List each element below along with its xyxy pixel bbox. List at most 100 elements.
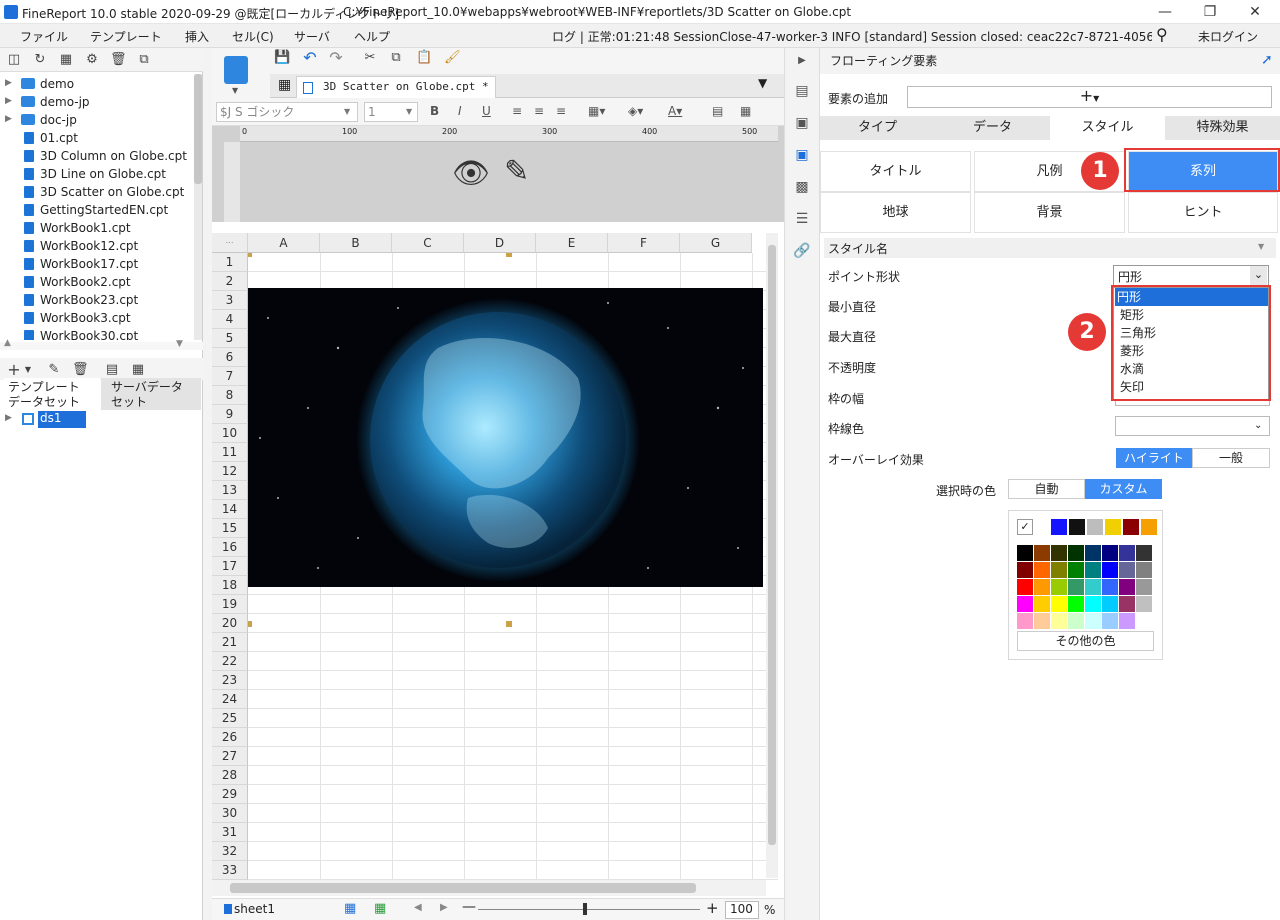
align-left-icon[interactable]: ≡ bbox=[512, 104, 522, 118]
color-swatch[interactable] bbox=[1034, 545, 1050, 561]
zoom-slider[interactable] bbox=[478, 909, 700, 910]
globe-image[interactable] bbox=[248, 288, 763, 587]
color-swatch[interactable] bbox=[1034, 579, 1050, 595]
panel-splitter[interactable]: ▲ ▼ bbox=[0, 338, 203, 350]
color-swatch[interactable] bbox=[1051, 579, 1067, 595]
style-name-header[interactable]: スタイル名 ▼ bbox=[824, 238, 1276, 258]
color-custom-button[interactable]: カスタム bbox=[1085, 479, 1162, 499]
edit-icon[interactable]: ✎ bbox=[46, 362, 62, 378]
expand-arrow-icon[interactable]: ▶ bbox=[5, 413, 12, 423]
zoom-in-icon[interactable]: + bbox=[706, 899, 719, 917]
copy-icon[interactable]: ⧉ bbox=[136, 52, 152, 68]
expand-arrow-icon[interactable]: ▶ bbox=[5, 114, 12, 124]
color-swatch[interactable] bbox=[1102, 562, 1118, 578]
tab-style[interactable]: スタイル bbox=[1050, 116, 1165, 140]
color-swatch[interactable] bbox=[1105, 519, 1121, 535]
row-header[interactable]: 16 bbox=[212, 538, 248, 557]
hyperlink-icon[interactable]: 🔗 bbox=[793, 242, 811, 260]
edit-icon[interactable]: ➚ bbox=[1261, 52, 1273, 68]
color-swatch[interactable] bbox=[1119, 562, 1135, 578]
cell-element-icon[interactable]: ▣ bbox=[793, 114, 811, 132]
tree-folder[interactable]: ▶ demo bbox=[0, 76, 196, 94]
collapse-down-icon[interactable]: ▼ bbox=[176, 339, 183, 349]
color-swatch[interactable] bbox=[1102, 596, 1118, 612]
color-swatch[interactable] bbox=[1085, 545, 1101, 561]
row-header[interactable]: 13 bbox=[212, 481, 248, 500]
column-header[interactable]: C bbox=[392, 233, 464, 253]
color-swatch[interactable] bbox=[1017, 579, 1033, 595]
row-header[interactable]: 15 bbox=[212, 519, 248, 538]
underline-icon[interactable]: U bbox=[482, 104, 491, 118]
grid-icon[interactable]: ▦ bbox=[278, 77, 291, 93]
color-swatch[interactable] bbox=[1136, 562, 1152, 578]
menu-template[interactable]: テンプレート bbox=[90, 28, 162, 45]
row-header[interactable]: 22 bbox=[212, 652, 248, 671]
other-colors-button[interactable]: その他の色 bbox=[1017, 631, 1154, 651]
column-header[interactable]: A bbox=[248, 233, 320, 253]
tree-folder[interactable]: ▶ demo-jp bbox=[0, 94, 196, 112]
anchor-handle[interactable] bbox=[506, 253, 512, 257]
tab-special-effects[interactable]: 特殊効果 bbox=[1165, 116, 1280, 140]
menu-insert[interactable]: 挿入 bbox=[185, 28, 209, 45]
color-swatch[interactable] bbox=[1017, 545, 1033, 561]
tab-data[interactable]: データ bbox=[935, 116, 1050, 140]
menu-server[interactable]: サーバ bbox=[294, 28, 330, 45]
row-header[interactable]: 28 bbox=[212, 766, 248, 785]
style-tooltip-button[interactable]: ヒント bbox=[1128, 192, 1278, 233]
row-header[interactable]: 23 bbox=[212, 671, 248, 690]
hide-icon[interactable]: 👁 bbox=[452, 156, 490, 191]
search-icon[interactable]: ⚲ bbox=[1156, 25, 1168, 44]
row-header[interactable]: 10 bbox=[212, 424, 248, 443]
color-swatch[interactable] bbox=[1068, 562, 1084, 578]
column-header[interactable]: F bbox=[608, 233, 680, 253]
redo-icon[interactable]: ↷ bbox=[328, 50, 344, 66]
format-painter-icon[interactable]: 🖌 bbox=[444, 50, 461, 66]
zoom-out-icon[interactable]: — bbox=[462, 899, 476, 915]
edit-pencil-icon[interactable]: ✎ bbox=[504, 154, 529, 189]
color-swatch[interactable] bbox=[1136, 613, 1152, 629]
anchor-handle[interactable] bbox=[248, 621, 252, 627]
grid-horizontal-scrollbar[interactable] bbox=[212, 880, 766, 896]
collapse-icon[interactable]: ▶ bbox=[793, 52, 811, 70]
grid-vertical-scrollbar[interactable] bbox=[766, 233, 778, 878]
paste-icon[interactable]: 📋 bbox=[416, 50, 432, 66]
zoom-slider-thumb[interactable] bbox=[583, 903, 587, 915]
row-header[interactable]: 14 bbox=[212, 500, 248, 519]
color-swatch[interactable] bbox=[1034, 596, 1050, 612]
refresh-icon[interactable]: ↻ bbox=[32, 52, 48, 68]
color-swatch[interactable] bbox=[1068, 613, 1084, 629]
server-dataset-icon[interactable]: ▦ bbox=[130, 362, 146, 378]
eyedropper-icon[interactable]: ✓ bbox=[1017, 519, 1033, 535]
preview-icon[interactable]: ▤ bbox=[104, 362, 120, 378]
color-swatch[interactable] bbox=[1119, 613, 1135, 629]
color-swatch[interactable] bbox=[1034, 613, 1050, 629]
delete-icon[interactable]: 🗑 bbox=[72, 362, 89, 378]
color-swatch[interactable] bbox=[1051, 545, 1067, 561]
anchor-handle[interactable] bbox=[248, 253, 252, 257]
cell-attr-icon[interactable]: ▤ bbox=[793, 82, 811, 100]
settings-icon[interactable]: ⚙ bbox=[84, 52, 100, 68]
color-swatch[interactable] bbox=[1068, 579, 1084, 595]
border-icon[interactable]: ▦▾ bbox=[588, 104, 605, 118]
row-header[interactable]: 29 bbox=[212, 785, 248, 804]
style-background-button[interactable]: 背景 bbox=[974, 192, 1125, 233]
color-swatch[interactable] bbox=[1123, 519, 1139, 535]
color-auto-button[interactable]: 自動 bbox=[1008, 479, 1085, 499]
open-icon[interactable]: ▦ bbox=[58, 52, 74, 68]
collapse-up-icon[interactable]: ▲ bbox=[4, 338, 11, 348]
menu-file[interactable]: ファイル bbox=[20, 28, 68, 45]
sheet-tab[interactable]: sheet1 bbox=[234, 902, 275, 916]
column-header[interactable]: D bbox=[464, 233, 536, 253]
color-swatch[interactable] bbox=[1051, 613, 1067, 629]
scroll-right-icon[interactable]: ▶ bbox=[440, 902, 448, 913]
zoom-input[interactable]: 100 bbox=[725, 901, 759, 919]
tree-file[interactable]: WorkBook23.cpt bbox=[0, 292, 196, 310]
select-all-corner[interactable]: ⋯ bbox=[212, 233, 248, 253]
column-header[interactable]: B bbox=[320, 233, 392, 253]
color-swatch[interactable] bbox=[1085, 596, 1101, 612]
row-header[interactable]: 25 bbox=[212, 709, 248, 728]
color-swatch[interactable] bbox=[1068, 596, 1084, 612]
color-swatch[interactable] bbox=[1068, 545, 1084, 561]
row-header[interactable]: 33 bbox=[212, 861, 248, 880]
row-header[interactable]: 20 bbox=[212, 614, 248, 633]
